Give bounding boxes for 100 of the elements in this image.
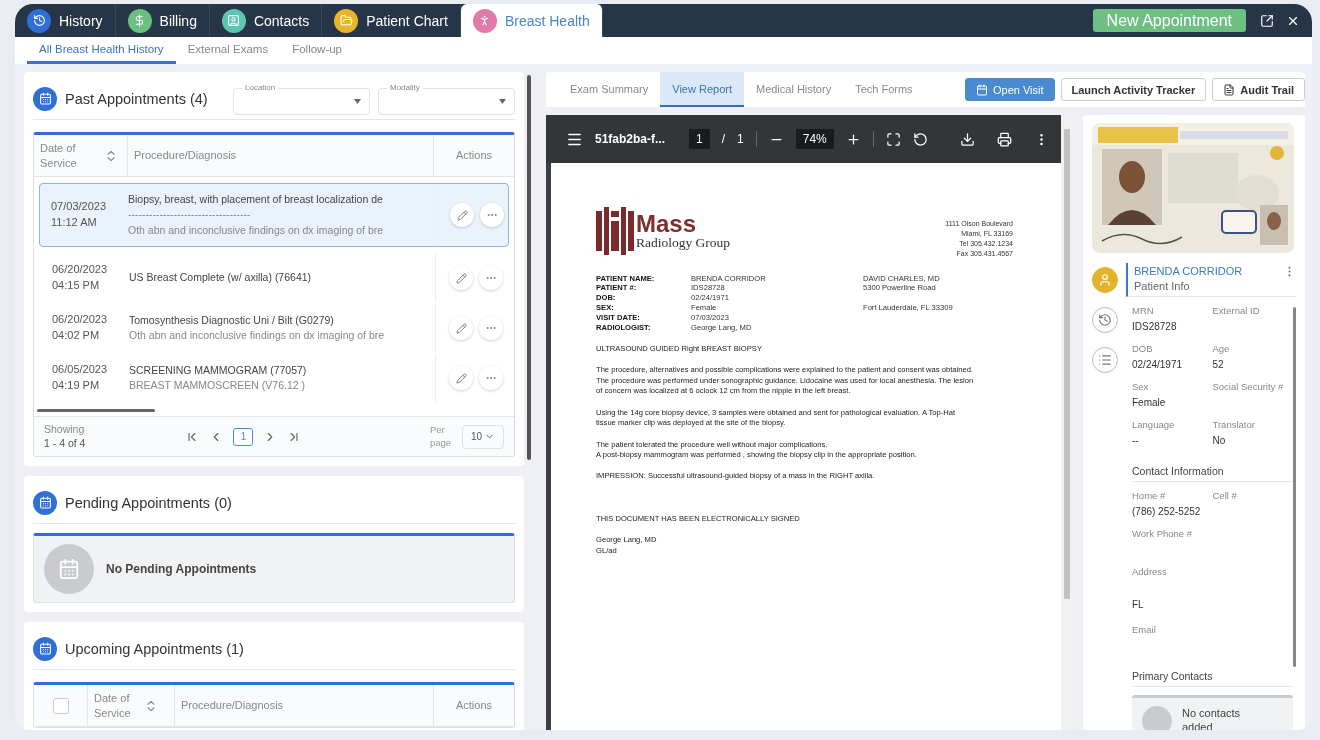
zoom-field[interactable]: 74% — [795, 129, 834, 149]
action-button[interactable]: Launch Activity Tracker — [1060, 78, 1207, 101]
scrollbar[interactable] — [527, 75, 531, 460]
time-text: 11:12 AM — [51, 215, 98, 230]
showing-range: 1 - 4 of 4 — [44, 436, 86, 451]
module-tab[interactable]: Breast Health — [460, 4, 603, 37]
showing-label: Showing — [44, 422, 86, 437]
diagnosis-text: Oth abn and inconclusive findings on dx imaging of bre — [129, 328, 386, 343]
appointment-row[interactable]: 06/20/2023 04:02 PM Tomosynthesis Diagnostic Uni / Bilt (G0279) Oth abn and inconclusive findings on dx imaging of bre — [40, 303, 508, 353]
field-label: External ID — [1212, 305, 1261, 316]
calendar-icon — [33, 636, 57, 661]
edit-button[interactable] — [449, 316, 473, 340]
date-text: 06/05/2023 — [52, 362, 109, 378]
rotate-icon[interactable] — [912, 131, 928, 147]
report-tab[interactable]: Medical History — [743, 72, 844, 107]
field-label: DOB — [1132, 343, 1154, 354]
caret-icon — [499, 99, 506, 104]
user-icon — [1098, 273, 1112, 287]
scrollbar[interactable] — [1064, 129, 1070, 599]
print-icon[interactable] — [997, 131, 1012, 147]
more-button[interactable] — [480, 203, 504, 227]
user-button[interactable] — [1092, 267, 1118, 293]
field-value: IDS28728 — [1132, 321, 1178, 332]
report-tab[interactable]: Tech Forms — [843, 72, 925, 107]
edit-button[interactable] — [449, 266, 473, 290]
column-header: Procedure/Diagnosis — [181, 698, 284, 713]
logo-text: Mass — [636, 212, 698, 237]
field-label: Email — [1132, 624, 1157, 635]
field-value: Female — [1132, 397, 1167, 408]
field-value: 52 — [1212, 359, 1225, 370]
field-value: 02/24/1971 — [1132, 359, 1184, 370]
logo-icon — [596, 207, 634, 255]
file-name: 51fab2ba-f... — [595, 132, 666, 146]
appointment-row[interactable]: 06/20/2023 04:15 PM US Breast Complete (w/ axilla) (76641) — [40, 253, 508, 303]
appointment-row[interactable]: 06/05/2023 04:19 PM SCREENING MAMMOGRAM (77057) BREAST MAMMOSCREEN (V76.12 ) — [40, 353, 508, 403]
pencil-icon — [455, 372, 467, 384]
time-text: 04:15 PM — [52, 278, 101, 293]
scrollbar[interactable] — [1293, 307, 1296, 667]
sub-tab[interactable]: External Exams — [175, 37, 281, 64]
page-field[interactable]: 1 — [689, 129, 710, 149]
column-header: Procedure/Diagnosis — [134, 148, 237, 163]
calendar-icon — [33, 490, 57, 515]
appointment-row[interactable]: 07/03/2023 11:12 AM Biopsy, breast, with placement of breast localization de ----------------------------------- Oth abn and inconclusive findings on dx imaging of bre — [39, 183, 509, 247]
scrollbar[interactable] — [37, 409, 155, 412]
document-icon — [1223, 83, 1236, 96]
field-label: Social Security # — [1212, 381, 1285, 392]
history-icon — [1098, 313, 1112, 327]
section-title: Past Appointments (4) — [65, 90, 208, 107]
empty-message: No contacts added — [1182, 707, 1242, 730]
history-button[interactable] — [1092, 307, 1118, 333]
per-page-label: Per page — [430, 424, 453, 449]
fit-page-icon[interactable] — [885, 131, 901, 147]
field-label: Age — [1212, 343, 1231, 354]
column-header[interactable]: Date of Service — [40, 140, 100, 171]
list-button[interactable] — [1092, 347, 1118, 373]
download-icon[interactable] — [960, 131, 975, 147]
field-value: -- — [1132, 435, 1140, 446]
page-button[interactable]: 1 — [233, 427, 254, 446]
date-text: 06/20/2023 — [52, 312, 109, 328]
sub-tab[interactable]: All Breast Health History — [27, 37, 176, 64]
field-label: MRN — [1132, 305, 1155, 316]
empty-message: No Pending Appointments — [106, 562, 257, 576]
edit-button[interactable] — [450, 203, 474, 227]
field-label: Translator — [1212, 419, 1256, 430]
report-tab[interactable]: View Report — [660, 72, 744, 107]
patient-name[interactable]: BRENDA CORRIDOR — [1134, 265, 1283, 277]
field-label: Sex — [1132, 381, 1150, 392]
zoom-in-icon[interactable] — [845, 131, 861, 147]
calendar-icon — [975, 83, 988, 96]
procedure-text: SCREENING MAMMOGRAM (77057) — [129, 362, 308, 378]
action-button[interactable]: Open Visit — [964, 78, 1055, 101]
caret-icon — [354, 99, 361, 104]
section-heading: Primary Contacts — [1132, 662, 1293, 687]
procedure-text: US Breast Complete (w/ axilla) (76641) — [129, 270, 313, 286]
calendar-icon — [33, 86, 57, 111]
field-value: No — [1212, 435, 1227, 446]
pencil-icon — [455, 322, 467, 334]
separator-text: ----------------------------------- — [128, 207, 252, 223]
page-separator: / — [721, 132, 726, 146]
select-all-checkbox[interactable] — [52, 697, 69, 714]
time-text: 04:19 PM — [52, 378, 101, 393]
column-header: Actions — [455, 698, 493, 713]
date-text: 06/20/2023 — [52, 262, 109, 278]
report-tab[interactable]: Exam Summary — [558, 72, 661, 107]
pencil-icon — [456, 209, 468, 221]
time-text: 04:02 PM — [52, 328, 101, 343]
field-label: Language — [1132, 419, 1176, 430]
field-label: Address — [1132, 566, 1168, 577]
sub-tab[interactable]: Follow-up — [280, 37, 354, 64]
pencil-icon — [455, 272, 467, 284]
action-button[interactable]: Audit Trail — [1212, 78, 1305, 101]
field-label: Home # — [1132, 490, 1167, 501]
section-title: Pending Appointments (0) — [65, 494, 232, 511]
calendar-icon — [44, 544, 94, 594]
per-page-select[interactable]: 10 — [462, 424, 504, 449]
field-value: (786) 252-5252 — [1132, 506, 1202, 517]
column-header[interactable]: Date of Service — [94, 690, 140, 721]
column-header: Actions — [455, 148, 493, 163]
section-title: Upcoming Appointments (1) — [65, 640, 244, 657]
edit-button[interactable] — [449, 366, 473, 390]
